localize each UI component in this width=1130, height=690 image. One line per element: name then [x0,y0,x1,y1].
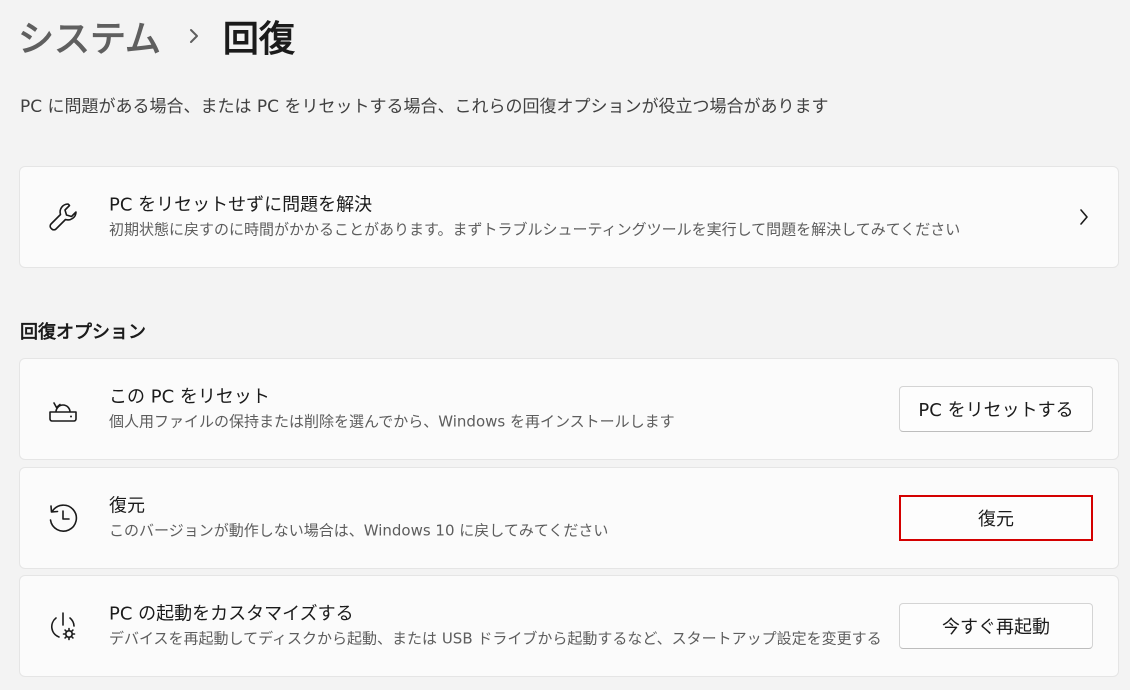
history-icon [46,501,80,535]
page-description: PC に問題がある場合、または PC をリセットする場合、これらの回復オプション… [20,97,829,117]
advanced-startup-description: デバイスを再起動してディスクから起動、または USB ドライブから起動するなど、… [109,629,882,648]
go-back-card: 復元 このバージョンが動作しない場合は、Windows 10 に戻してみてくださ… [19,467,1119,569]
advanced-startup-title: PC の起動をカスタマイズする [109,603,354,625]
reset-pc-button[interactable]: PC をリセットする [899,386,1093,432]
troubleshoot-title: PC をリセットせずに問題を解決 [109,194,373,216]
go-back-description: このバージョンが動作しない場合は、Windows 10 に戻してみてください [109,521,609,540]
go-back-title: 復元 [109,495,145,517]
page-title: 回復 [222,19,295,60]
troubleshoot-description: 初期状態に戻すのに時間がかかることがあります。まずトラブルシューティングツールを… [109,220,961,239]
reset-pc-icon [46,392,80,426]
breadcrumb-parent[interactable]: システム [18,10,161,62]
reset-pc-card: この PC をリセット 個人用ファイルの保持または削除を選んでから、Window… [19,358,1119,460]
advanced-startup-card: PC の起動をカスタマイズする デバイスを再起動してディスクから起動、または U… [19,575,1119,677]
reset-pc-description: 個人用ファイルの保持または削除を選んでから、Windows を再インストールしま… [109,412,675,431]
chevron-right-icon [187,26,201,46]
breadcrumb: システム 回復 [18,8,295,64]
troubleshoot-card[interactable]: PC をリセットせずに問題を解決 初期状態に戻すのに時間がかかることがあります。… [19,166,1119,268]
section-heading-recovery-options: 回復オプション [20,322,146,343]
chevron-right-icon [1078,207,1090,227]
wrench-icon [46,200,80,234]
reset-pc-title: この PC をリセット [109,386,270,408]
go-back-button[interactable]: 復元 [899,495,1093,541]
restart-now-button[interactable]: 今すぐ再起動 [899,603,1093,649]
power-settings-icon [46,609,80,643]
